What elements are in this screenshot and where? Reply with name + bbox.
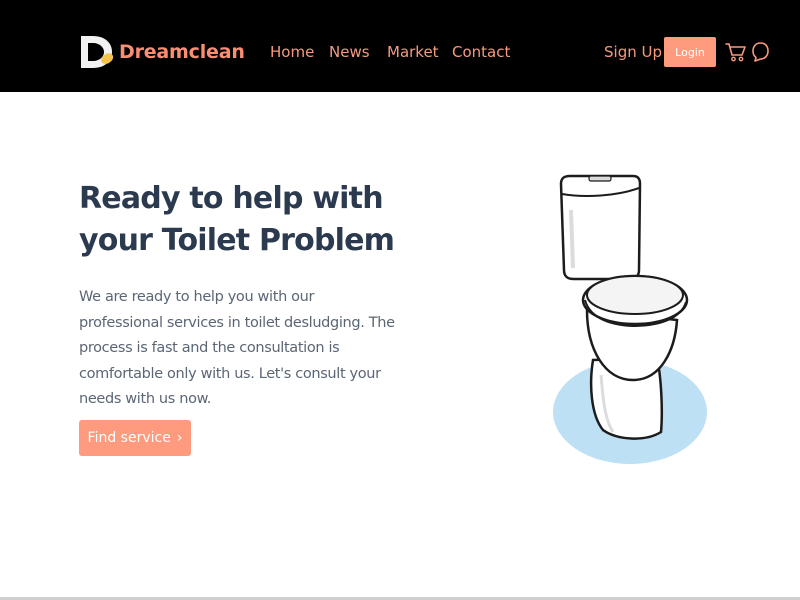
top-navbar: Dreamclean Home News Market Contact Sign…: [0, 0, 800, 92]
toilet-illustration: [553, 174, 707, 464]
hero-title: Ready to help with your Toilet Problem: [79, 181, 395, 258]
chevron-right-icon: ›: [176, 430, 183, 446]
nav-market-link[interactable]: Market: [387, 42, 439, 62]
cart-icon[interactable]: [725, 40, 747, 64]
sign-up-link[interactable]: Sign Up: [604, 42, 662, 62]
find-service-label: Find service: [87, 430, 171, 446]
brand-name: Dreamclean: [119, 41, 245, 63]
nav-home-link[interactable]: Home: [270, 42, 314, 62]
login-button[interactable]: Login: [664, 37, 716, 67]
chat-bubble-icon[interactable]: [751, 40, 770, 64]
find-service-button[interactable]: Find service ›: [79, 420, 191, 456]
hero-description: We are ready to help you with our profes…: [79, 289, 395, 407]
dreamclean-logo-icon: [81, 36, 114, 68]
nav-contact-link[interactable]: Contact: [452, 42, 510, 62]
brand[interactable]: Dreamclean: [79, 34, 245, 70]
nav-news-link[interactable]: News: [329, 42, 370, 62]
